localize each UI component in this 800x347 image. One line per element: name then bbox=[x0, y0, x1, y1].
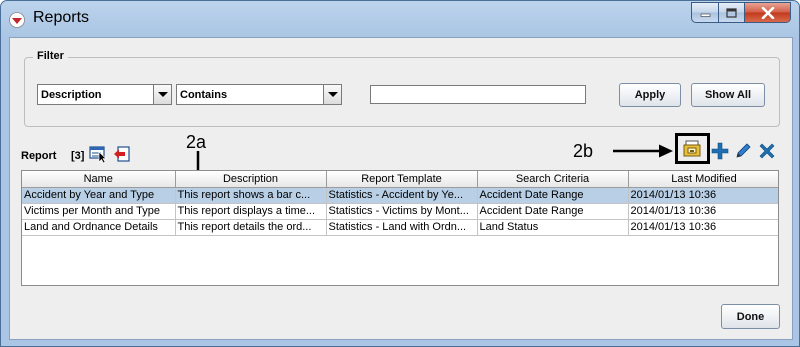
filter-operator-value: Contains bbox=[180, 89, 228, 101]
table-cell: Statistics - Accident by Ye... bbox=[326, 187, 478, 204]
column-header[interactable]: Last Modified bbox=[628, 171, 778, 188]
maximize-button[interactable] bbox=[718, 2, 745, 23]
close-button[interactable] bbox=[745, 2, 791, 23]
delete-icon[interactable] bbox=[758, 142, 776, 160]
apply-button[interactable]: Apply bbox=[619, 83, 681, 107]
chevron-down-icon[interactable] bbox=[323, 85, 341, 104]
minimize-icon bbox=[700, 13, 710, 17]
table-row[interactable]: Victims per Month and Type This report di… bbox=[22, 203, 778, 220]
annotation-arrow-right bbox=[613, 144, 673, 158]
table-cell: 2014/01/13 10:36 bbox=[628, 219, 778, 236]
filter-field-value: Description bbox=[41, 89, 102, 101]
column-header[interactable]: Name bbox=[22, 171, 176, 188]
reports-app-icon bbox=[9, 12, 25, 28]
table-cell: 2014/01/13 10:36 bbox=[628, 203, 778, 220]
chevron-down-icon[interactable] bbox=[153, 85, 171, 104]
table-row[interactable]: Land and Ordnance Details This report det… bbox=[22, 219, 778, 236]
reports-panel: Filter Description Contains Apply Show A… bbox=[9, 37, 793, 340]
maximize-icon bbox=[726, 7, 737, 18]
report-label: Report bbox=[21, 150, 57, 162]
table-cell: Land Status bbox=[477, 219, 629, 236]
done-button[interactable]: Done bbox=[721, 304, 780, 329]
reports-table[interactable]: Name Description Report Template Search Cri… bbox=[21, 170, 779, 286]
column-header[interactable]: Search Criteria bbox=[477, 171, 629, 188]
close-icon bbox=[761, 6, 774, 19]
filter-group: Filter Description Contains Apply Show A… bbox=[24, 50, 780, 127]
table-row[interactable]: Accident by Year and Type This report sho… bbox=[22, 187, 778, 204]
select-view-icon[interactable] bbox=[89, 145, 107, 163]
table-cell: This report details the ord... bbox=[175, 219, 327, 236]
show-all-button[interactable]: Show All bbox=[691, 83, 765, 107]
open-report-icon[interactable] bbox=[683, 140, 701, 158]
filter-field-select[interactable]: Description bbox=[37, 84, 172, 105]
table-header: Name Description Report Template Search Cri… bbox=[22, 171, 778, 188]
table-cell: Accident Date Range bbox=[477, 203, 629, 220]
filter-operator-select[interactable]: Contains bbox=[176, 84, 342, 105]
annotation-2a: 2a bbox=[186, 132, 207, 152]
window-title: Reports bbox=[33, 9, 90, 26]
table-cell: This report shows a bar c... bbox=[175, 187, 327, 204]
table-cell: Statistics - Land with Ordn... bbox=[326, 219, 478, 236]
table-cell: Land and Ordnance Details bbox=[22, 219, 176, 236]
table-cell: Victims per Month and Type bbox=[22, 203, 176, 220]
table-cell: This report displays a time... bbox=[175, 203, 327, 220]
report-count: [3] bbox=[71, 150, 85, 162]
filter-legend: Filter bbox=[33, 50, 68, 62]
column-header[interactable]: Description bbox=[175, 171, 327, 188]
minimize-button[interactable] bbox=[691, 2, 718, 23]
column-header[interactable]: Report Template bbox=[326, 171, 478, 188]
table-cell: Statistics - Victims by Mont... bbox=[326, 203, 478, 220]
add-icon[interactable] bbox=[711, 142, 729, 160]
reports-window: Reports Filter Description Contains Appl… bbox=[0, 0, 800, 347]
table-cell: 2014/01/13 10:36 bbox=[628, 187, 778, 204]
table-cell: Accident Date Range bbox=[477, 187, 629, 204]
export-icon[interactable] bbox=[113, 145, 131, 163]
edit-pencil-icon[interactable] bbox=[734, 142, 752, 160]
annotation-2b: 2b bbox=[573, 141, 594, 161]
title-bar[interactable]: Reports bbox=[1, 1, 799, 37]
filter-search-input[interactable] bbox=[370, 85, 586, 104]
table-cell: Accident by Year and Type bbox=[22, 187, 176, 204]
